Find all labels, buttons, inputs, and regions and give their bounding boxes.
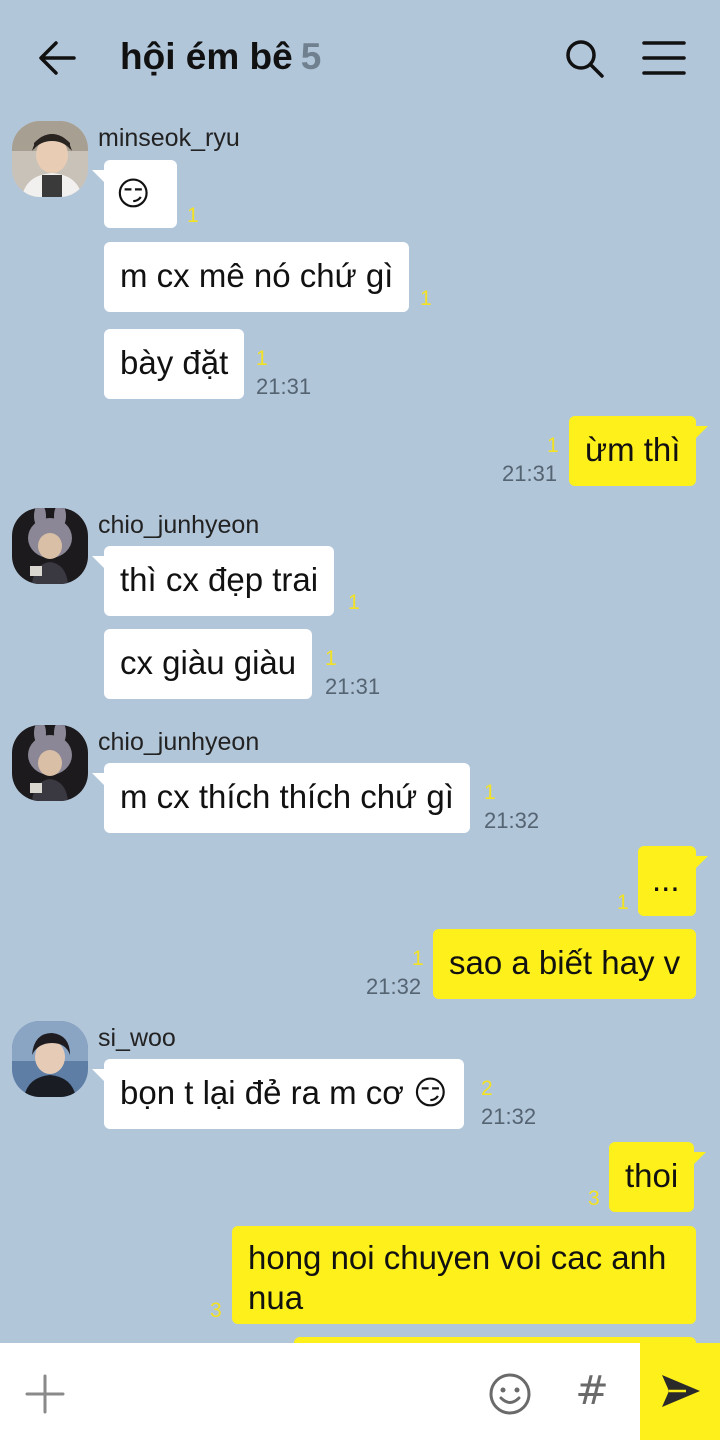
my-message-bubble[interactable]: sao a biết hay v — [433, 929, 697, 999]
chat-header: hội ém bê 5 — [0, 0, 720, 115]
send-button[interactable] — [640, 1343, 720, 1440]
hamburger-menu-icon — [642, 41, 686, 75]
my-message-bubble[interactable]: ừm thì — [569, 416, 709, 486]
message-bubble[interactable]: 😏 — [92, 160, 177, 228]
message-time: 21:32 — [366, 974, 422, 999]
message-bubble[interactable]: m cx mê nó chứ gì — [104, 242, 410, 312]
unread-count: 1 — [256, 347, 268, 370]
message-time: 21:32 — [481, 1104, 537, 1129]
unread-count: 1 — [617, 891, 629, 914]
chat-title: hội ém bê 5 — [120, 36, 321, 78]
unread-count: 1 — [348, 591, 360, 614]
avatar-chio[interactable] — [12, 508, 88, 584]
unread-count: 2 — [481, 1077, 493, 1100]
unread-count: 1 — [412, 947, 424, 970]
search-button[interactable] — [562, 36, 606, 80]
sender-name: chio_junhyeon — [98, 728, 260, 756]
message-time: 21:32 — [484, 808, 540, 833]
avatar-minseok[interactable] — [12, 121, 88, 197]
unread-count: 3 — [588, 1187, 600, 1210]
unread-count: 1 — [420, 287, 432, 310]
message-bubble[interactable]: m cx thích thích chứ gì — [92, 763, 470, 833]
my-message-bubble[interactable]: hong noi chuyen voi cac anh nua — [232, 1226, 696, 1324]
send-icon — [662, 1375, 700, 1407]
message-input-bar: # — [0, 1343, 720, 1440]
avatar-chio[interactable] — [12, 725, 88, 801]
arrow-left-icon — [39, 41, 76, 75]
menu-button[interactable] — [640, 38, 688, 78]
my-message-bubble[interactable]: ... — [638, 846, 708, 916]
message-bubble[interactable]: thì cx đẹp trai — [91, 546, 335, 616]
emoji-button[interactable] — [487, 1371, 533, 1417]
unread-count: 1 — [325, 647, 337, 670]
my-message-bubble[interactable]: thoi — [609, 1142, 707, 1212]
search-icon — [566, 40, 604, 78]
sender-name: minseok_ryu — [98, 124, 240, 152]
sender-name: si_woo — [98, 1024, 176, 1052]
attach-button[interactable] — [24, 1373, 66, 1415]
message-bubble[interactable]: cx giàu giàu — [104, 629, 313, 699]
avatar-siwoo[interactable] — [12, 1021, 88, 1097]
hashtag-search-button[interactable]: # — [570, 1367, 614, 1415]
message-time: 21:31 — [502, 461, 558, 486]
message-bubble[interactable]: bày đặt — [104, 329, 245, 399]
unread-count: 1 — [484, 781, 496, 804]
message-time: 21:31 — [256, 374, 312, 399]
unread-count: 1 — [547, 434, 559, 457]
plus-icon — [25, 1374, 65, 1414]
unread-count: 1 — [187, 204, 199, 227]
sender-name: chio_junhyeon — [98, 511, 260, 539]
message-bubble[interactable]: bọn t lại đẻ ra m cơ 😏 — [92, 1059, 464, 1129]
unread-count: 3 — [210, 1299, 222, 1322]
member-count: 5 — [300, 36, 322, 77]
message-time: 21:31 — [325, 674, 381, 699]
emoji-icon — [489, 1373, 531, 1415]
back-button[interactable] — [36, 36, 80, 80]
chat-room-name: hội ém bê — [120, 36, 293, 77]
message-input[interactable] — [90, 1363, 470, 1419]
